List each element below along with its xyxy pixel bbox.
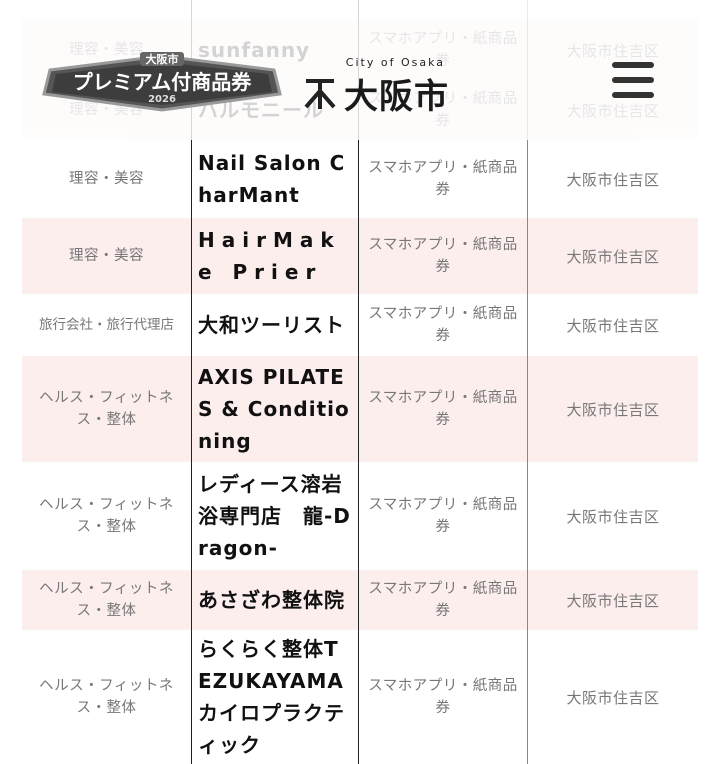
ticket-type-cell: スマホアプリ・紙商品券 <box>359 218 528 294</box>
store-name-cell[interactable]: 大和ツーリスト <box>191 294 359 356</box>
ticket-type-cell: スマホアプリ・紙商品券 <box>359 356 528 462</box>
category-cell: 理容・美容 <box>69 248 144 264</box>
store-name-cell[interactable]: Nail Salon CharMant <box>191 140 359 218</box>
ticket-type-cell: スマホアプリ・紙商品券 <box>359 630 528 764</box>
area-cell: 大阪市住吉区 <box>566 400 660 419</box>
logo-english-text: City of Osaka <box>345 56 445 69</box>
badge-main-text: プレミアム付商品券 <box>73 70 253 94</box>
category-cell: 旅行会社・旅行代理店 <box>39 317 174 333</box>
ticket-type-cell: スマホアプリ・紙商品券 <box>359 462 528 570</box>
table-row: 理容・美容 HairMake Prier スマホアプリ・紙商品券 大阪市住吉区 <box>22 218 698 294</box>
menu-bar-icon <box>612 92 654 98</box>
area-cell: 大阪市住吉区 <box>566 507 660 526</box>
area-cell: 大阪市住吉区 <box>566 688 660 707</box>
area-cell: 大阪市住吉区 <box>566 170 660 189</box>
store-name-cell[interactable]: レディース溶岩浴専門店 龍-Dragon- <box>191 462 359 570</box>
premium-ticket-logo[interactable]: 大阪市 プレミアム付商品券 2026 <box>40 50 284 120</box>
store-name-cell[interactable]: あさざわ整体院 <box>191 570 359 630</box>
osaka-emblem-icon <box>304 78 336 109</box>
category-cell: ヘルス・フィットネス・整体 <box>39 390 174 428</box>
store-name-cell[interactable]: らくらく整体TEZUKAYAMAカイロプラクティック <box>191 630 359 764</box>
area-cell: 大阪市住吉区 <box>566 591 660 610</box>
menu-bar-icon <box>612 62 654 68</box>
logo-japanese-text: 大阪市 <box>344 77 449 117</box>
badge-top-text: 大阪市 <box>146 52 179 66</box>
ticket-type-cell: スマホアプリ・紙商品券 <box>359 570 528 630</box>
ticket-type-cell: スマホアプリ・紙商品券 <box>359 140 528 218</box>
table-row: ヘルス・フィットネス・整体 あさざわ整体院 スマホアプリ・紙商品券 大阪市住吉区 <box>22 570 698 630</box>
category-cell: 理容・美容 <box>69 171 144 187</box>
table-row: 理容・美容 Nail Salon CharMant スマホアプリ・紙商品券 大阪… <box>22 140 698 218</box>
table-row: ヘルス・フィットネス・整体 AXIS PILATES & Conditionin… <box>22 356 698 462</box>
store-name-cell[interactable]: AXIS PILATES & Conditioning <box>191 356 359 462</box>
table-row: 旅行会社・旅行代理店 大和ツーリスト スマホアプリ・紙商品券 大阪市住吉区 <box>22 294 698 356</box>
ticket-type-cell: スマホアプリ・紙商品券 <box>359 294 528 356</box>
table-row: ヘルス・フィットネス・整体 らくらく整体TEZUKAYAMAカイロプラクティック… <box>22 630 698 764</box>
hamburger-menu-button[interactable] <box>612 62 654 102</box>
area-cell: 大阪市住吉区 <box>566 247 660 266</box>
store-name-cell[interactable]: HairMake Prier <box>191 218 359 294</box>
city-of-osaka-logo[interactable]: City of Osaka 大阪市 <box>302 56 449 118</box>
menu-bar-icon <box>612 77 654 83</box>
category-cell: ヘルス・フィットネス・整体 <box>39 678 174 716</box>
site-header: 大阪市 プレミアム付商品券 2026 City of Osaka 大阪市 <box>0 0 720 150</box>
area-cell: 大阪市住吉区 <box>566 316 660 335</box>
table-row: ヘルス・フィットネス・整体 レディース溶岩浴専門店 龍-Dragon- スマホア… <box>22 462 698 570</box>
category-cell: ヘルス・フィットネス・整体 <box>39 497 174 535</box>
badge-year-text: 2026 <box>148 94 176 105</box>
category-cell: ヘルス・フィットネス・整体 <box>39 581 174 619</box>
